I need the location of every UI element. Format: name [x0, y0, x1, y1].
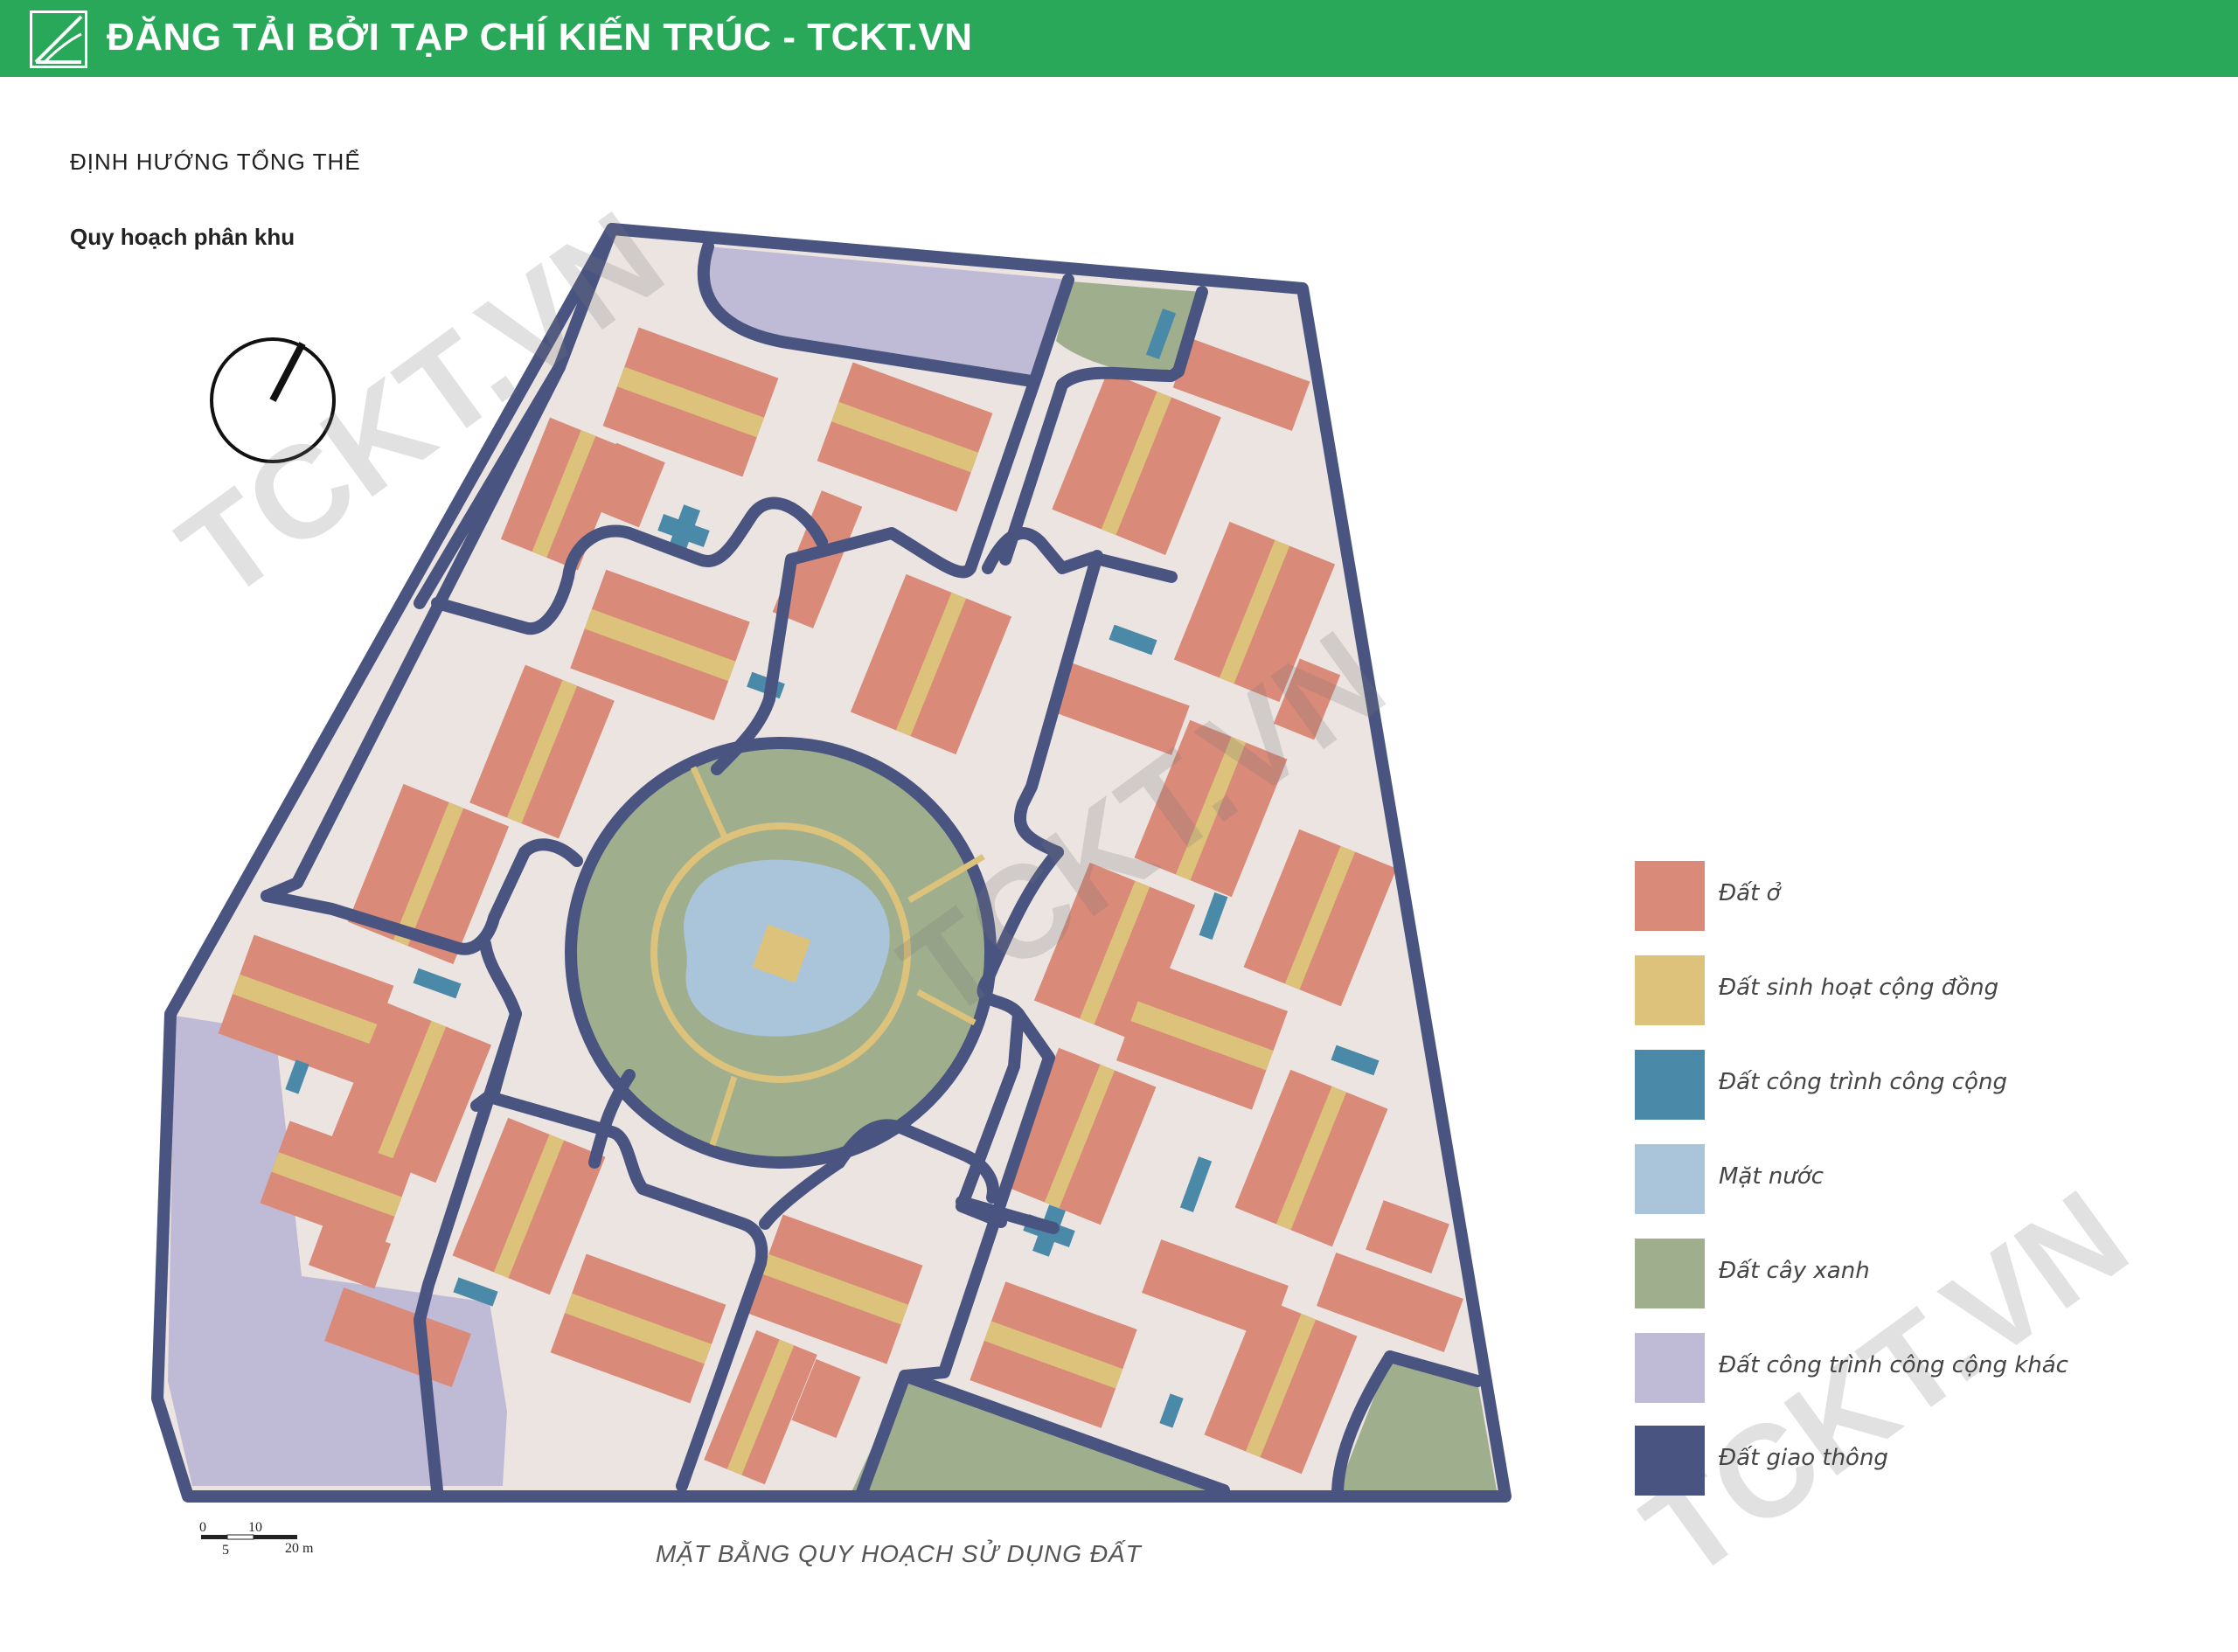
legend-label: Đất ở — [1719, 880, 1781, 906]
legend-swatch — [1635, 1144, 1705, 1214]
legend-item-community: Đất sinh hoạt cộng đồng — [1635, 955, 2124, 1025]
legend-item-green: Đất cây xanh — [1635, 1239, 2124, 1308]
legend-item-public-facility: Đất công trình công cộng — [1635, 1050, 2124, 1120]
scale-tick-0: 0 — [199, 1520, 206, 1535]
legend-label: Đất giao thông — [1719, 1445, 1888, 1471]
legend-swatch — [1635, 1426, 1705, 1496]
legend-item-water: Mặt nước — [1635, 1144, 2124, 1214]
scale-tick-20: 20 m — [285, 1541, 314, 1556]
scale-tick-10: 10 — [248, 1520, 262, 1535]
scale-tick-5: 5 — [222, 1543, 229, 1558]
legend-swatch — [1635, 955, 1705, 1025]
legend-label: Mặt nước — [1719, 1163, 1824, 1190]
legend-swatch — [1635, 1333, 1705, 1403]
legend-swatch — [1635, 1239, 1705, 1308]
legend-item-residential: Đất ở — [1635, 861, 2124, 931]
legend-swatch — [1635, 1050, 1705, 1120]
legend-label: Đất công trình công cộng khác — [1719, 1352, 2068, 1378]
scale-bar: 0 5 10 20 m — [199, 1520, 314, 1558]
legend-label: Đất công trình công cộng — [1719, 1069, 2007, 1095]
legend-item-transport: Đất giao thông — [1635, 1426, 2124, 1496]
legend-swatch — [1635, 861, 1705, 931]
legend-item-other-public: Đất công trình công cộng khác — [1635, 1333, 2124, 1403]
legend-label: Đất sinh hoạt cộng đồng — [1719, 975, 1999, 1001]
legend-label: Đất cây xanh — [1719, 1258, 1870, 1284]
map-caption: MẶT BẰNG QUY HOẠCH SỬ DỤNG ĐẤT — [656, 1540, 1142, 1567]
